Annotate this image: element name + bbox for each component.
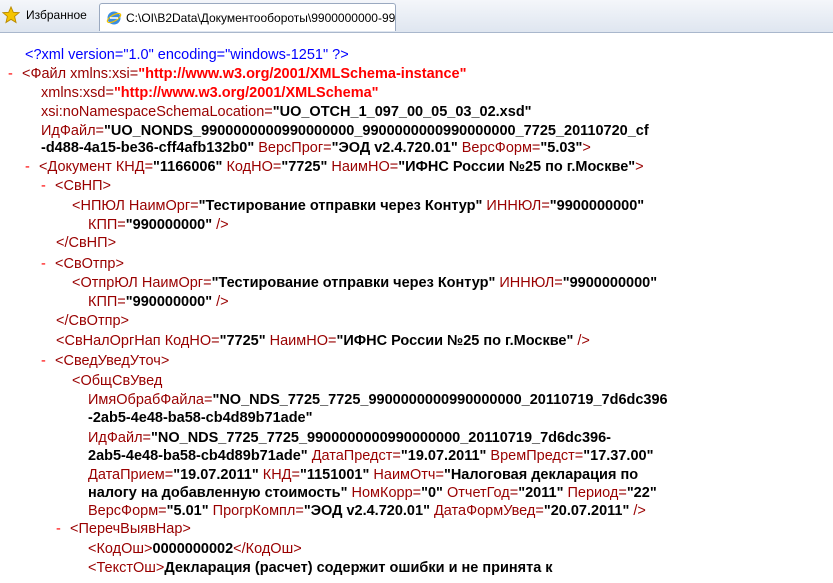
xml-element-otpryul: <ОтпрЮЛ НаимОрг="Тестирование отправки ч… (72, 275, 658, 291)
collapse-toggle[interactable]: - (25, 158, 39, 176)
favorites-label: Избранное (26, 8, 87, 22)
xml-attribute-line: xmlns:xsd="http://www.w3.org/2001/XMLSch… (41, 85, 379, 101)
active-tab[interactable]: C:\OI\B2Data\Документообороты\9900000000… (99, 3, 396, 31)
xml-closing-tag: </СвНП> (56, 235, 117, 251)
collapse-toggle[interactable]: - (56, 520, 70, 538)
processing-instruction: <?xml version="1.0" encoding="windows-12… (25, 47, 349, 63)
xml-element-svotpr: - <СвОтпр> (41, 255, 124, 273)
xml-element-tekstosh: <ТекстОш>Декларация (расчет) содержит ош… (88, 560, 553, 576)
xml-element-svnalorgnap: <СвНалОргНап КодНО="7725" НаимНО="ИФНС Р… (56, 333, 590, 349)
xml-attribute-line: ВерсФорм="5.01" ПрогрКомпл="ЭОД v2.4.720… (88, 503, 646, 519)
xml-attribute-line: ДатаПрием="19.07.2011" КНД="1151001" Наи… (88, 467, 639, 483)
xml-attribute-line: ИдФайл="UO_NONDS_9900000000990000000_990… (41, 123, 649, 139)
xml-element-npyul: <НПЮЛ НаимОрг="Тестирование отправки чер… (72, 198, 645, 214)
collapse-toggle[interactable]: - (8, 65, 22, 83)
xml-attribute-line: -2ab5-4e48-ba58-cb4d89b71ade" (88, 410, 313, 426)
internet-explorer-icon (106, 11, 122, 24)
xml-attribute-line: xsi:noNamespaceSchemaLocation="UO_OTCH_1… (41, 104, 532, 120)
xml-attribute-line: -d488-4a15-be36-cff4afb132b0" ВерсПрог="… (41, 140, 591, 156)
collapse-toggle[interactable]: - (41, 255, 55, 273)
xml-attribute-line: КПП="990000000" /> (88, 217, 229, 233)
collapse-toggle[interactable]: - (41, 352, 55, 370)
xml-element-perechvyavnar: - <ПеречВыявНар> (56, 520, 191, 538)
xml-element-kodosh: <КодОш>0000000002</КодОш> (88, 541, 302, 557)
xml-element-svnp: - <СвНП> (41, 177, 112, 195)
xml-attribute-line: налогу на добавленную стоимость" НомКорр… (88, 485, 657, 501)
tab-title: C:\OI\B2Data\Документообороты\9900000000… (126, 10, 396, 25)
star-icon (2, 6, 20, 24)
xml-attribute-line: КПП="990000000" /> (88, 294, 229, 310)
xml-element-fail: - <Файл xmlns:xsi="http://www.w3.org/2001… (8, 65, 467, 83)
xml-element-obshsvuved: <ОбщСвУвед (72, 373, 163, 389)
favorites-button[interactable]: Избранное (2, 4, 87, 26)
browser-tab-bar: Избранное C:\OI\B2Data\Документообороты\… (0, 0, 833, 33)
xml-closing-tag: </СвОтпр> (56, 313, 129, 329)
xml-attribute-line: 2ab5-4e48-ba58-cb4d89b71ade" ДатаПредст=… (88, 448, 654, 464)
xml-element-dokument: - <Документ КНД="1166006" КодНО="7725" На… (25, 158, 644, 176)
xml-declaration: <?xml version="1.0" encoding="windows-12… (25, 46, 349, 64)
xml-attribute-line: ИдФайл="NO_NDS_7725_7725_990000000099000… (88, 430, 611, 446)
xml-element-svedyveduto: - <СведУведУточ> (41, 352, 170, 370)
xml-attribute-line: ИмяОбрабФайла="NO_NDS_7725_7725_99000000… (88, 392, 668, 408)
xml-document-view: <?xml version="1.0" encoding="windows-12… (0, 36, 833, 583)
collapse-toggle[interactable]: - (41, 177, 55, 195)
